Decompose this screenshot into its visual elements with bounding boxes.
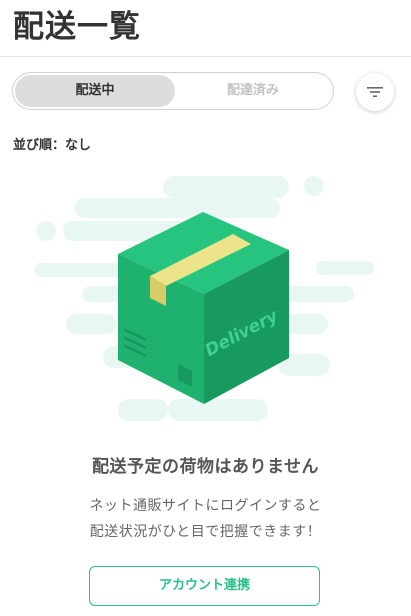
sort-order-label: 並び順：なし xyxy=(13,138,92,153)
tab-in-delivery[interactable]: 配送中 xyxy=(15,75,175,107)
empty-delivery-illustration: Delivery xyxy=(34,176,374,421)
tab-delivered[interactable]: 配達済み xyxy=(175,75,331,107)
empty-state-description-line1: ネット通販サイトにログインすると xyxy=(89,498,322,514)
page-header: 配送一覧 xyxy=(0,0,411,57)
page-title: 配送一覧 xyxy=(13,9,141,45)
empty-state-title: 配送予定の荷物はありません xyxy=(92,457,319,477)
link-account-button[interactable]: アカウント連携 xyxy=(89,566,320,606)
empty-state-description-line2: 配送状況がひと目で把握できます！ xyxy=(89,524,322,540)
delivery-status-segment: 配送中 配達済み xyxy=(12,72,334,110)
sort-button[interactable] xyxy=(356,73,394,111)
delivery-list-screen: 配送一覧 配送中 配達済み 並び順：なし Delivery 配送予定の荷物はあり… xyxy=(0,0,411,616)
sort-icon xyxy=(367,87,383,97)
empty-state-description: ネット通販サイトにログインすると 配送状況がひと目で把握できます！ xyxy=(0,493,411,545)
